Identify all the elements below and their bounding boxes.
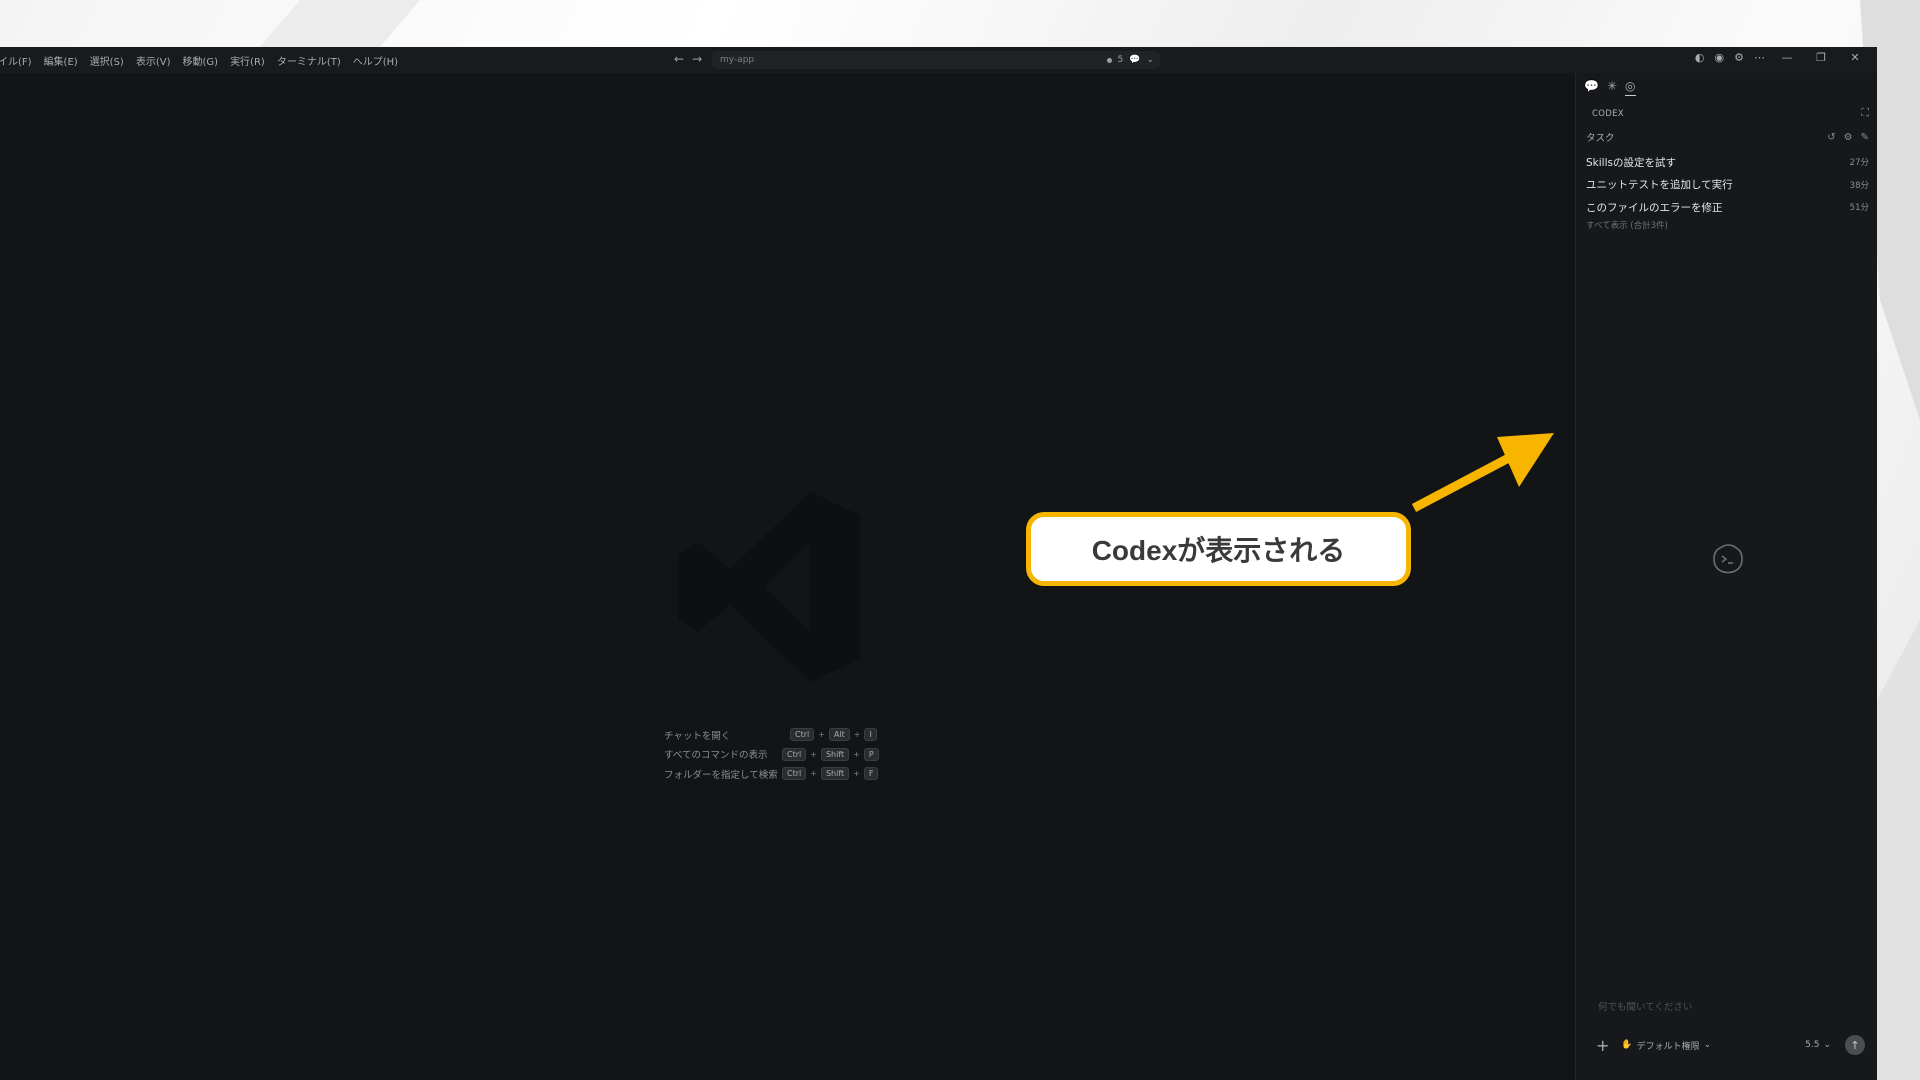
annotation-arrow-icon xyxy=(1411,433,1554,512)
